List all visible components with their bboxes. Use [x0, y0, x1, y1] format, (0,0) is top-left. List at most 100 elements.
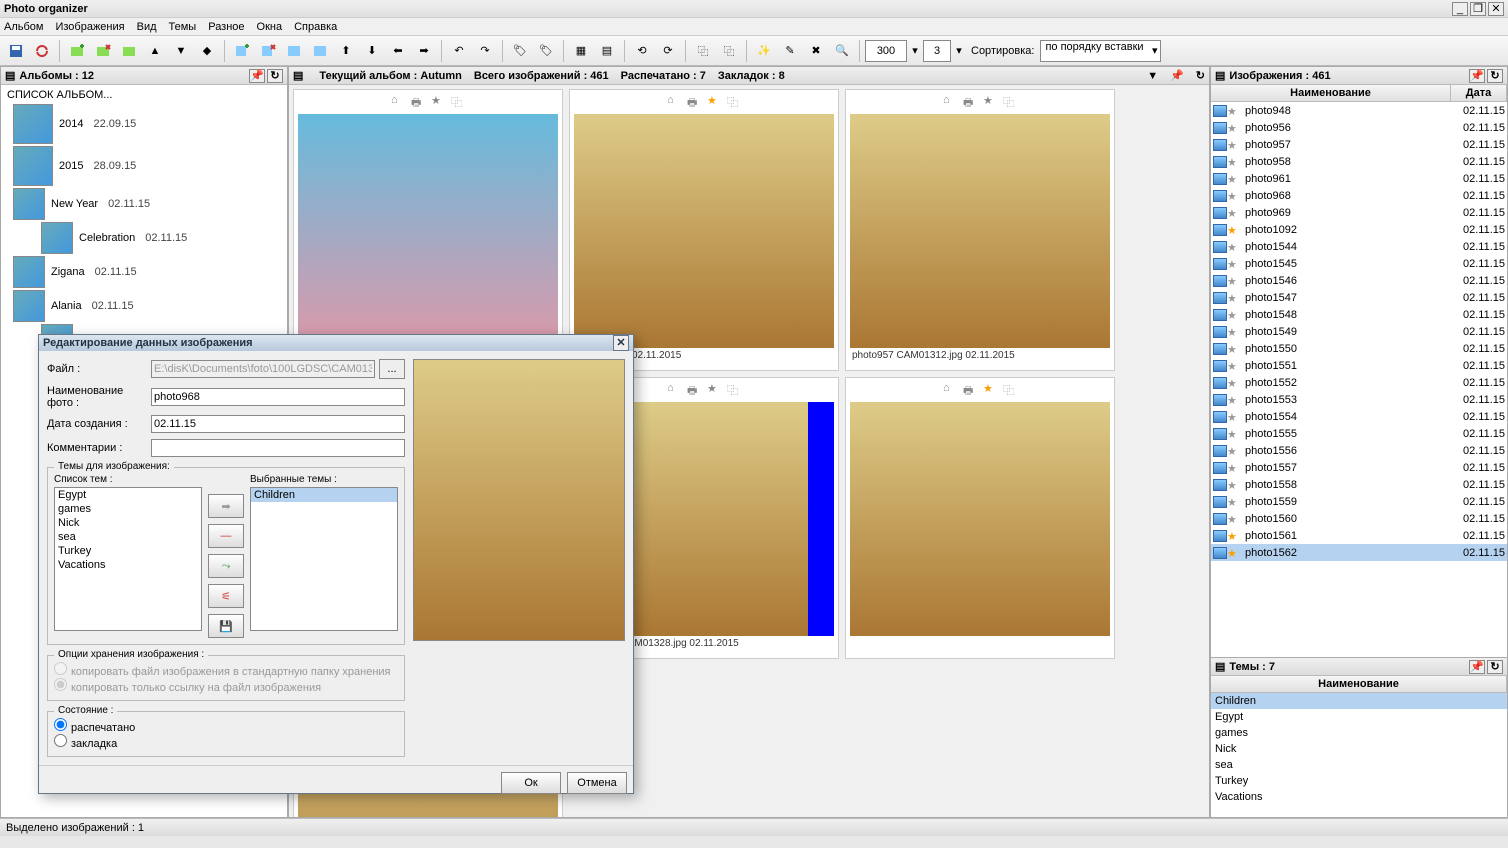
bookmark-radio[interactable]	[54, 734, 67, 747]
add-theme-button[interactable]: ⤳	[208, 554, 244, 578]
theme-row[interactable]: Turkey	[1211, 773, 1507, 789]
sync-icon[interactable]	[30, 39, 54, 63]
copy-icon[interactable]: ⿻	[1003, 94, 1017, 108]
image-row[interactable]: ★photo155602.11.15	[1211, 442, 1507, 459]
move-right-button[interactable]: ➡	[208, 494, 244, 518]
star-icon[interactable]: ★	[983, 382, 997, 396]
image-row[interactable]: ★photo155102.11.15	[1211, 357, 1507, 374]
name-field[interactable]	[151, 388, 405, 406]
image2-icon[interactable]	[308, 39, 332, 63]
rotate-left-icon[interactable]: ⟲	[630, 39, 654, 63]
close-button[interactable]: ✕	[1488, 2, 1504, 16]
image-row[interactable]: ★photo95702.11.15	[1211, 136, 1507, 153]
menu-вид[interactable]: Вид	[137, 21, 157, 33]
image-row[interactable]: ★photo154802.11.15	[1211, 306, 1507, 323]
selected-theme-item[interactable]: Children	[251, 488, 397, 502]
image-row[interactable]: ★photo95602.11.15	[1211, 119, 1507, 136]
sort-combo[interactable]: по порядку вставки	[1040, 40, 1160, 62]
menu-темы[interactable]: Темы	[169, 21, 197, 33]
view2-icon[interactable]: ▤	[595, 39, 619, 63]
theme-row[interactable]: sea	[1211, 757, 1507, 773]
album-item[interactable]: Celebration02.11.15	[41, 221, 285, 255]
theme-row[interactable]: Vacations	[1211, 789, 1507, 805]
image-row[interactable]: ★photo96802.11.15	[1211, 187, 1507, 204]
center-pin-icon[interactable]: 📌	[1170, 69, 1184, 82]
theme-row[interactable]: games	[1211, 725, 1507, 741]
image-row[interactable]: ★photo154502.11.15	[1211, 255, 1507, 272]
columns-spinner[interactable]	[923, 40, 951, 62]
available-theme-item[interactable]: Nick	[55, 516, 201, 530]
menu-альбом[interactable]: Альбом	[4, 21, 43, 33]
zoom-spinner[interactable]	[865, 40, 907, 62]
available-themes-list[interactable]: EgyptgamesNickseaTurkeyVacations	[54, 487, 202, 631]
thumbnail-card[interactable]: ⌂🖶★⿻	[845, 377, 1115, 659]
edit-album-icon[interactable]	[117, 39, 141, 63]
image-row[interactable]: ★photo156202.11.15	[1211, 544, 1507, 561]
magic-icon[interactable]: ✨	[752, 39, 776, 63]
home-icon[interactable]: ⌂	[667, 94, 681, 108]
image-row[interactable]: ★photo155202.11.15	[1211, 374, 1507, 391]
copy-icon[interactable]: ⿻	[451, 94, 465, 108]
theme-row[interactable]: Children	[1211, 693, 1507, 709]
image-row[interactable]: ★photo154702.11.15	[1211, 289, 1507, 306]
album-expand-icon[interactable]: ▼	[169, 39, 193, 63]
view1-icon[interactable]: ▦	[569, 39, 593, 63]
comment-field[interactable]	[151, 439, 405, 457]
undo-icon[interactable]: ↶	[447, 39, 471, 63]
new-album-icon[interactable]	[65, 39, 89, 63]
tag-add-icon[interactable]: 🏷	[508, 39, 532, 63]
print-icon[interactable]: 🖶	[963, 94, 977, 108]
menu-окна[interactable]: Окна	[257, 21, 283, 33]
thumbnail-card[interactable]: ⌂🖶★⿻	[293, 89, 563, 371]
image-row[interactable]: ★photo156002.11.15	[1211, 510, 1507, 527]
copy-icon[interactable]: ⿻	[727, 382, 741, 396]
available-theme-item[interactable]: games	[55, 502, 201, 516]
theme-row[interactable]: Egypt	[1211, 709, 1507, 725]
thumbnail-card[interactable]: ⌂🖶★⿻photo957 CAM01312.jpg 02.11.2015	[845, 89, 1115, 371]
print-icon[interactable]: 🖶	[687, 94, 701, 108]
albums-pin-icon[interactable]: 📌	[249, 69, 265, 83]
image-row[interactable]: ★photo95802.11.15	[1211, 153, 1507, 170]
album-item[interactable]: 201422.09.15	[13, 103, 285, 145]
image-row[interactable]: ★photo155402.11.15	[1211, 408, 1507, 425]
image-down-icon[interactable]: ⬇	[360, 39, 384, 63]
image-up-icon[interactable]: ⬆	[334, 39, 358, 63]
tree-root[interactable]: СПИСОК АЛЬБОМ...	[3, 87, 285, 103]
copy-icon[interactable]: ⿻	[691, 39, 715, 63]
thumbnail-card[interactable]: ⌂🖶★⿻…01311.jpg 02.11.2015	[569, 89, 839, 371]
image-right-icon[interactable]: ➡	[412, 39, 436, 63]
center-filter-icon[interactable]: ▼	[1147, 70, 1158, 82]
album-collapse-icon[interactable]: ◆	[195, 39, 219, 63]
image-row[interactable]: ★photo154602.11.15	[1211, 272, 1507, 289]
image-row[interactable]: ★photo96102.11.15	[1211, 170, 1507, 187]
themes-list[interactable]: ChildrenEgyptgamesNickseaTurkeyVacations	[1211, 693, 1507, 817]
available-theme-item[interactable]: sea	[55, 530, 201, 544]
star-icon[interactable]: ★	[707, 382, 721, 396]
album-up-icon[interactable]: ▲	[143, 39, 167, 63]
rotate-right-icon[interactable]: ⟳	[656, 39, 680, 63]
star-icon[interactable]: ★	[983, 94, 997, 108]
printed-radio[interactable]	[54, 718, 67, 731]
album-item[interactable]: 201528.09.15	[13, 145, 285, 187]
available-theme-item[interactable]: Vacations	[55, 558, 201, 572]
print-icon[interactable]: 🖶	[687, 382, 701, 396]
image-row[interactable]: ★photo155002.11.15	[1211, 340, 1507, 357]
menu-разное[interactable]: Разное	[208, 21, 244, 33]
delete-album-icon[interactable]	[91, 39, 115, 63]
home-icon[interactable]: ⌂	[943, 94, 957, 108]
image-icon[interactable]	[282, 39, 306, 63]
delete-icon[interactable]: ✖	[804, 39, 828, 63]
col-date[interactable]: Дата	[1451, 85, 1507, 101]
theme-row[interactable]: Nick	[1211, 741, 1507, 757]
selected-themes-list[interactable]: Children	[250, 487, 398, 631]
image-row[interactable]: ★photo109202.11.15	[1211, 221, 1507, 238]
star-icon[interactable]: ★	[707, 94, 721, 108]
ok-button[interactable]: Ок	[501, 772, 561, 794]
home-icon[interactable]: ⌂	[667, 382, 681, 396]
themes-pin-icon[interactable]: 📌	[1469, 660, 1485, 674]
tag-remove-icon[interactable]: 🏷	[534, 39, 558, 63]
themes-refresh-icon[interactable]: ↻	[1487, 660, 1503, 674]
copy-icon[interactable]: ⿻	[1003, 382, 1017, 396]
star-icon[interactable]: ★	[431, 94, 445, 108]
images-list[interactable]: ★photo94802.11.15★photo95602.11.15★photo…	[1211, 102, 1507, 657]
